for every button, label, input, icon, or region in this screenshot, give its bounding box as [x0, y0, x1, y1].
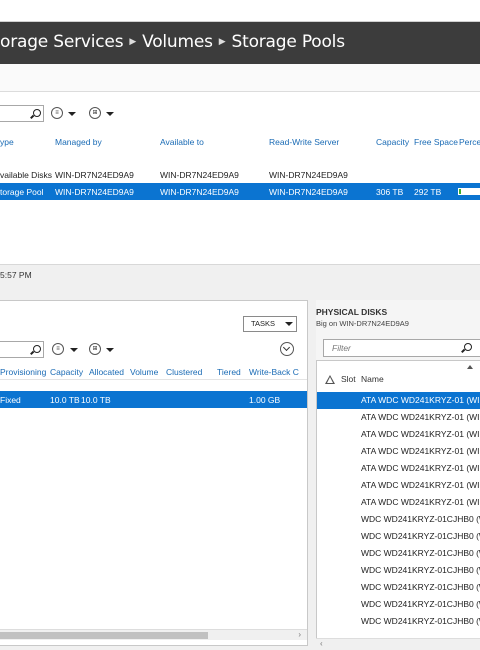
- disk-row[interactable]: WDC WD241KRYZ-01CJHB0 (WIN: [361, 596, 480, 613]
- disk-row[interactable]: WDC WD241KRYZ-01CJHB0 (WIN: [361, 562, 480, 579]
- window-top-strip: [0, 0, 480, 22]
- disk-row[interactable]: ATA WDC WD241KRYZ-01 (WIN-D: [361, 460, 480, 477]
- col-clustered[interactable]: Clustered: [166, 367, 202, 377]
- chevron-down-icon[interactable]: [106, 112, 114, 116]
- disk-row[interactable]: WDC WD241KRYZ-01CJHB0 (WIN: [361, 579, 480, 596]
- col-allocated[interactable]: Allocated: [89, 367, 124, 377]
- col-provisioning[interactable]: Provisioning: [0, 367, 46, 377]
- breadcrumb-separator-icon: ▶: [129, 37, 137, 47]
- search-icon: [464, 343, 472, 351]
- row-allocated: 10.0 TB: [81, 395, 111, 405]
- chevron-down-icon[interactable]: [106, 348, 114, 352]
- row-managed-by: WIN-DR7N24ED9A9: [55, 170, 134, 180]
- row-provisioning: Fixed: [0, 395, 21, 405]
- col-percent[interactable]: Perce: [459, 137, 480, 147]
- disk-row[interactable]: ATA WDC WD241KRYZ-01 (WIN-D: [361, 494, 480, 511]
- table-row[interactable]: vailable Disks WIN-DR7N24ED9A9 WIN-DR7N2…: [0, 166, 480, 183]
- pdisk-filter-input[interactable]: Filter: [323, 339, 480, 357]
- group-options-icon[interactable]: ⊞: [89, 343, 101, 355]
- scroll-left-icon[interactable]: ‹: [320, 639, 323, 648]
- disk-row[interactable]: ATA WDC WD241KRYZ-01 (WIN-D: [361, 477, 480, 494]
- virtual-disks-panel: TASKS ≡ ⊞ Provisioning Capacity Allocate…: [0, 300, 308, 646]
- disk-row[interactable]: WDC WD241KRYZ-01CJHB0 (WIN: [361, 613, 480, 630]
- row-write-back-cache: 1.00 GB: [249, 395, 281, 405]
- expand-collapse-icon[interactable]: [280, 342, 294, 356]
- vdisk-filter-input[interactable]: [0, 341, 44, 358]
- breadcrumb-volumes[interactable]: Volumes: [142, 32, 213, 52]
- row-rw-server: WIN-DR7N24ED9A9: [269, 187, 348, 197]
- col-managed-by[interactable]: Managed by: [55, 137, 102, 147]
- row-capacity: 306 TB: [376, 187, 404, 197]
- col-capacity[interactable]: Capacity: [376, 137, 409, 147]
- vdisk-column-header-row: Provisioning Capacity Allocated Volume C…: [0, 363, 307, 380]
- col-available-to[interactable]: Available to: [160, 137, 204, 147]
- scroll-right-icon[interactable]: ›: [298, 630, 301, 639]
- panel-title: PHYSICAL DISKS: [316, 307, 388, 317]
- col-write-back-cache[interactable]: Write-Back C: [249, 367, 299, 377]
- disk-row[interactable]: ATA WDC WD241KRYZ-01 (WIN-D: [361, 426, 480, 443]
- physical-disks-list: Filter Slot Name ATA WDC WD241KRYZ-01 (W…: [316, 339, 480, 646]
- tasks-label: TASKS: [251, 319, 276, 328]
- search-icon: [33, 345, 41, 353]
- list-options-icon[interactable]: ≡: [52, 343, 64, 355]
- breadcrumb-storage-pools: Storage Pools: [231, 32, 346, 52]
- breadcrumb-separator-icon: ▶: [218, 37, 226, 47]
- row-rw-server: WIN-DR7N24ED9A9: [269, 170, 348, 180]
- sort-ascending-icon: [467, 365, 473, 369]
- physical-disks-panel: PHYSICAL DISKS Big on WIN-DR7N24ED9A9 Fi…: [316, 300, 480, 648]
- usage-progress-bar: [458, 188, 480, 195]
- list-options-icon[interactable]: ≡: [51, 107, 63, 119]
- warning-icon: [325, 375, 335, 384]
- col-tiered[interactable]: Tiered: [217, 367, 241, 377]
- last-refreshed-time: 5:57 PM: [0, 270, 32, 280]
- scrollbar-thumb[interactable]: [0, 632, 208, 639]
- disk-row[interactable]: WDC WD241KRYZ-01CJHB0 (WIN: [361, 511, 480, 528]
- row-type: vailable Disks: [0, 170, 52, 180]
- panel-subtitle: Big on WIN-DR7N24ED9A9: [316, 319, 409, 328]
- row-available-to: WIN-DR7N24ED9A9: [160, 170, 239, 180]
- search-icon: [33, 109, 41, 117]
- status-bar: 5:57 PM: [0, 264, 480, 286]
- usage-progress-fill: [459, 189, 462, 194]
- col-volume[interactable]: Volume: [130, 367, 158, 377]
- filter-placeholder: Filter: [332, 343, 351, 353]
- group-options-icon[interactable]: ⊞: [89, 107, 101, 119]
- disk-row[interactable]: WDC WD241KRYZ-01CJHB0 (WIN: [361, 528, 480, 545]
- disk-row[interactable]: ATA WDC WD241KRYZ-01 (WIN-D: [361, 443, 480, 460]
- row-managed-by: WIN-DR7N24ED9A9: [55, 187, 134, 197]
- disk-row[interactable]: WDC WD241KRYZ-01CJHB0 (WIN: [361, 545, 480, 562]
- row-capacity: 10.0 TB: [50, 395, 80, 405]
- col-read-write-server[interactable]: Read-Write Server: [269, 137, 339, 147]
- col-capacity[interactable]: Capacity: [50, 367, 83, 377]
- disk-row[interactable]: ATA WDC WD241KRYZ-01 (WIN-D: [361, 392, 480, 409]
- row-available-to: WIN-DR7N24ED9A9: [160, 187, 239, 197]
- tasks-button[interactable]: TASKS: [243, 316, 297, 332]
- row-free-space: 292 TB: [414, 187, 442, 197]
- disk-row[interactable]: ATA WDC WD241KRYZ-01 (WIN-D: [361, 409, 480, 426]
- section-subheader: [0, 64, 480, 92]
- row-type: torage Pool: [0, 187, 44, 197]
- horizontal-scrollbar[interactable]: ‹: [316, 638, 480, 648]
- storage-pools-panel: ≡ ⊞ ype Managed by Available to Read-Wri…: [0, 92, 480, 264]
- server-manager-header: orage Services ▶ Volumes ▶ Storage Pools: [0, 22, 480, 64]
- col-type[interactable]: ype: [0, 137, 14, 147]
- chevron-down-icon[interactable]: [68, 112, 76, 116]
- horizontal-scrollbar[interactable]: ›: [0, 629, 307, 640]
- breadcrumb-storage-services[interactable]: orage Services: [0, 32, 124, 52]
- table-row-selected[interactable]: torage Pool WIN-DR7N24ED9A9 WIN-DR7N24ED…: [0, 183, 480, 200]
- table-row-selected[interactable]: Fixed 10.0 TB 10.0 TB 1.00 GB: [0, 391, 307, 408]
- col-free-space[interactable]: Free Space: [414, 137, 458, 147]
- chevron-down-icon[interactable]: [70, 348, 78, 352]
- col-name[interactable]: Name: [361, 374, 384, 384]
- breadcrumb: orage Services ▶ Volumes ▶ Storage Pools: [0, 32, 345, 52]
- pools-filter-input[interactable]: [0, 105, 44, 122]
- col-slot[interactable]: Slot: [341, 374, 356, 384]
- chevron-down-icon: [285, 322, 293, 326]
